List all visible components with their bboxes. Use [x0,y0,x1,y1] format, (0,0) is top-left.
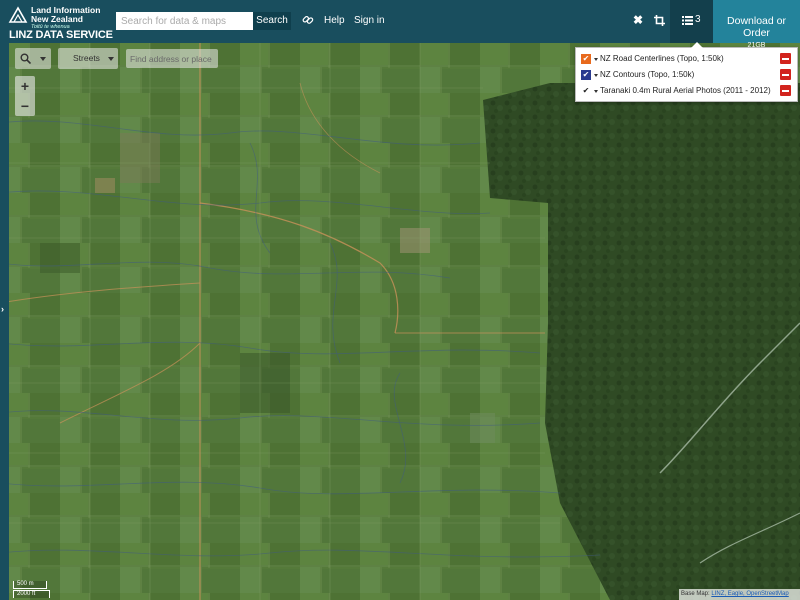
layer-visibility-checkbox[interactable]: ✔ [581,54,591,64]
zoom-in-button[interactable]: + [15,76,35,96]
scale-imperial: 2000 ft [13,590,50,598]
help-link[interactable]: Help [324,15,345,26]
basemap-label: Streets [73,53,100,63]
download-order-button[interactable]: Download or Order 21GB [713,0,800,49]
remove-layer-icon[interactable] [780,69,791,80]
basemap-select[interactable]: Streets [58,48,118,69]
linz-logo[interactable]: Land Information New Zealand Toitū te wh… [6,3,113,41]
link-icon[interactable] [302,14,314,26]
sign-in-link[interactable]: Sign in [354,15,385,26]
scale-bar: 500 m 2000 ft [13,581,50,598]
layer-name: NZ Contours (Topo, 1:50k) [600,70,695,79]
layer-name: NZ Road Centerlines (Topo, 1:50k) [600,54,724,63]
layer-row[interactable]: ✔ NZ Road Centerlines (Topo, 1:50k) [576,51,797,67]
linz-emblem-icon [8,6,28,23]
aerial-imagery [0,43,800,600]
chevron-down-icon[interactable] [594,74,598,77]
service-title: LINZ DATA SERVICE [9,29,113,41]
chevron-down-icon[interactable] [594,90,598,93]
magnifier-icon [20,53,31,64]
list-icon [682,16,693,25]
map-view[interactable] [0,43,800,600]
remove-layer-icon[interactable] [780,53,791,64]
attribution-text: Base Map: [681,591,710,597]
layer-visibility-checkbox[interactable]: ✔ [581,86,591,96]
layer-name: Taranaki 0.4m Rural Aerial Photos (2011 … [600,86,771,95]
zoom-out-button[interactable]: − [15,96,35,116]
chevron-down-icon [108,57,114,61]
layers-count: 3 [695,14,701,25]
chevron-down-icon [40,57,46,61]
app-root: › Streets + − 500 m 2000 ft Base Map: LI… [0,0,800,600]
search-input[interactable] [116,12,253,30]
chevron-right-icon: › [1,304,4,314]
chevron-down-icon[interactable] [594,58,598,61]
layer-row[interactable]: ✔ NZ Contours (Topo, 1:50k) [576,67,797,83]
search-button[interactable]: Search [253,12,291,30]
zoom-tool-menu[interactable] [15,48,51,69]
map-attribution: Base Map: LINZ, Eagle, OpenStreetMap [679,589,800,600]
crop-icon[interactable] [654,15,665,26]
scale-metric: 500 m [13,581,47,589]
layer-visibility-checkbox[interactable]: ✔ [581,70,591,80]
address-search-input[interactable] [126,49,218,68]
layer-row[interactable]: ✔ Taranaki 0.4m Rural Aerial Photos (201… [576,83,797,99]
remove-layer-icon[interactable] [780,85,791,96]
layers-panel: ✔ NZ Road Centerlines (Topo, 1:50k) ✔ NZ… [575,42,798,102]
layers-toggle-button[interactable]: 3 [670,0,713,43]
close-icon[interactable]: ✖ [633,13,643,27]
zoom-control: + − [15,76,35,116]
side-panel-toggle[interactable]: › [0,43,9,600]
logo-line-2: New Zealand [31,14,83,24]
top-bar: Land Information New Zealand Toitū te wh… [0,0,800,49]
download-label: Download or Order [727,15,786,39]
attribution-link[interactable]: LINZ, Eagle, OpenStreetMap [711,591,788,597]
